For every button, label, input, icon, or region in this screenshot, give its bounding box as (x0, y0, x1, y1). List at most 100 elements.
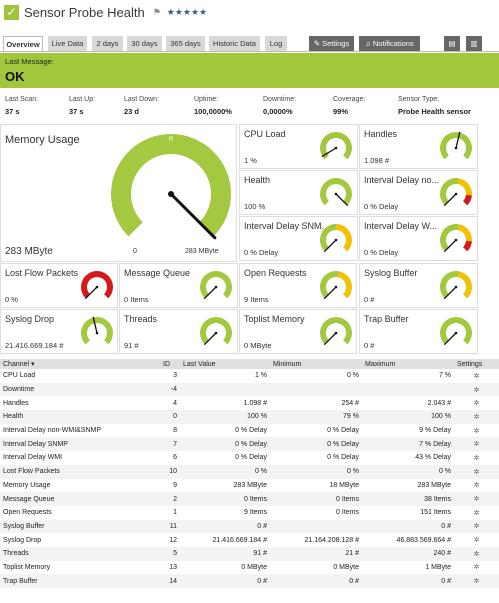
table-row[interactable]: Threads 5 91 #21 #240 # ✲ (0, 546, 499, 561)
col-minimum[interactable]: Minimum (270, 359, 362, 369)
tab-overview[interactable]: Overview (3, 36, 43, 52)
gear-icon[interactable]: ✲ (474, 414, 480, 421)
gear-icon[interactable]: ✲ (474, 510, 480, 517)
gauge-band (457, 224, 472, 242)
gear-icon[interactable]: ✲ (474, 373, 480, 380)
delete-button[interactable]: ▥ (466, 36, 482, 51)
gauge-cpu-load[interactable]: CPU Load 1 % (239, 124, 358, 169)
gauge-value: 1.098 # (364, 156, 390, 165)
gauge-dial (320, 317, 352, 345)
gauge-hub (168, 191, 174, 197)
table-row[interactable]: Memory Usage 9 283 MByte 18 MByte 283 MByte ✲ (0, 478, 499, 493)
table-row[interactable]: Downtime -4 ✲ (0, 382, 499, 397)
table-row[interactable]: Health 0 100 % 79 % 100 % ✲ (0, 410, 499, 424)
tab-2-days[interactable]: 2 days (92, 36, 123, 51)
gauge-value: 0 # (364, 341, 375, 350)
gauge-value: 283 MByte (5, 246, 53, 257)
table-row[interactable]: CPU Load 3 1 % 0 % 7 % ✲ (0, 369, 499, 383)
maximum-value: 7 % (362, 369, 454, 383)
minimum-value: 0 % Delay (270, 423, 362, 438)
col-last-value[interactable]: Last Value (180, 359, 270, 369)
stats-row: Last Scan: 37 s Last Up: 37 s Last Down: 23… (0, 96, 499, 122)
gauge-toplist-memory[interactable]: Toplist Memory 0 MByte (239, 309, 357, 354)
table-row[interactable]: Toplist Memory 13 0 MByte 0 MByte 1 MByte ✲ (0, 560, 499, 575)
gear-icon[interactable]: ✲ (474, 469, 480, 476)
comment-button[interactable]: ▤ (444, 36, 460, 51)
gauge-memory-usage[interactable]: Memory Usage 283 MByte R 0 283 MByte (0, 124, 237, 262)
gear-icon[interactable]: ✲ (474, 564, 480, 571)
tab-notifications[interactable]: ♫ Notifications (359, 36, 420, 51)
stat-value: 99% (333, 107, 349, 116)
gauge-syslog-buffer[interactable]: Syslog Buffer 0 # (359, 263, 478, 308)
tab-settings[interactable]: ✎ Settings (309, 36, 354, 51)
table-row[interactable]: Syslog Buffer 11 0 #0 # ✲ (0, 519, 499, 534)
channel-id: -4 (160, 382, 180, 397)
gauge-hub (454, 238, 458, 242)
channel-name: Handles (0, 396, 160, 411)
col-id[interactable]: ID (160, 359, 180, 369)
gauge-name: Memory Usage (5, 134, 80, 146)
minimum-value: 0 % Delay (270, 437, 362, 452)
gauge-top-mark: R (169, 137, 174, 143)
channel-name: Lost Flow Packets (0, 464, 160, 479)
table-row[interactable]: Message Queue 2 0 Items 0 Items 38 Items ✲ (0, 492, 499, 506)
table-row[interactable]: Syslog Drop 12 21.416.669.184 #21.164.208.… (0, 533, 499, 547)
priority-stars[interactable]: ★★★★★ (167, 7, 207, 18)
gauge-lost-flow-packets[interactable]: Lost Flow Packets 0 % (0, 263, 118, 308)
gear-icon[interactable]: ✲ (474, 551, 480, 558)
tab-log[interactable]: Log (265, 36, 287, 51)
gauge-interval-delay-no[interactable]: Interval Delay no... 0 % Delay (359, 170, 478, 215)
stat-key: Coverage: (333, 96, 366, 103)
table-row[interactable]: Handles 4 1.098 #254 #2.043 # ✲ (0, 396, 499, 411)
channel-id: 8 (160, 423, 180, 438)
flag-icon[interactable]: ⚑ (153, 7, 161, 18)
gear-icon[interactable]: ✲ (474, 428, 480, 435)
gauge-name: Toplist Memory (244, 314, 305, 324)
gear-icon[interactable]: ✲ (474, 387, 480, 394)
settings-cell: ✲ (454, 519, 499, 534)
tab-bar: Overview Live Data 2 days 30 days 365 da… (0, 36, 499, 52)
table-row[interactable]: Open Requests 1 9 Items 0 Items 151 Items ✲ (0, 505, 499, 520)
gauge-health[interactable]: Health 100 % (239, 170, 358, 215)
channel-name: Syslog Buffer (0, 519, 160, 534)
gear-icon[interactable]: ✲ (474, 496, 480, 503)
channel-id: 9 (160, 478, 180, 493)
gear-icon[interactable]: ✲ (474, 578, 480, 585)
gauge-band (200, 271, 232, 299)
gauge-message-queue[interactable]: Message Queue 0 Items (119, 263, 238, 308)
gauge-trap-buffer[interactable]: Trap Buffer 0 # (359, 309, 478, 354)
gauge-open-requests[interactable]: Open Requests 9 Items (239, 263, 357, 308)
gear-icon[interactable]: ✲ (474, 537, 480, 544)
table-row[interactable]: Interval Delay non-WMI&SNMP 8 0 % Delay 0 %… (0, 423, 499, 438)
gear-icon[interactable]: ✲ (474, 455, 480, 462)
gauge-handles[interactable]: Handles 1.098 # (359, 124, 478, 169)
col-maximum[interactable]: Maximum (362, 359, 454, 369)
gauge-threads[interactable]: Threads 91 # (119, 309, 238, 354)
tab-underline (0, 51, 499, 52)
stat-key: Uptime: (194, 96, 219, 103)
table-row[interactable]: Interval Delay WMI 6 0 % Delay 0 % Delay 43 … (0, 451, 499, 465)
maximum-value: 38 Items (362, 492, 454, 506)
tab-365-days[interactable]: 365 days (166, 36, 205, 51)
gear-icon[interactable]: ✲ (474, 441, 480, 448)
tab-historic-data[interactable]: Historic Data (209, 36, 260, 51)
gear-icon[interactable]: ✲ (474, 523, 480, 530)
gauge-value: 0 % (5, 295, 18, 304)
tab-30-days[interactable]: 30 days (127, 36, 162, 51)
gear-icon[interactable]: ✲ (474, 400, 480, 407)
gauge-syslog-drop[interactable]: Syslog Drop 21.416.669.184 # (0, 309, 118, 354)
gear-icon[interactable]: ✲ (474, 482, 480, 489)
last-value: 0 % Delay (180, 437, 270, 452)
col-channel[interactable]: Channel ▾ (0, 359, 160, 369)
table-row[interactable]: Interval Delay SNMP 7 0 % Delay 0 % Delay 7 … (0, 437, 499, 452)
page-title: Sensor Probe Health (24, 4, 145, 20)
table-row[interactable]: Trap Buffer 14 0 #0 #0 # ✲ (0, 574, 499, 588)
minimum-value: 0 MByte (270, 560, 362, 575)
gauge-interval-delay-snm[interactable]: Interval Delay SNM... 0 % Delay (239, 216, 358, 261)
gauge-band (440, 317, 472, 345)
tab-live-data[interactable]: Live Data (48, 36, 87, 51)
gauge-interval-delay-w[interactable]: Interval Delay W... 0 % Delay (359, 216, 478, 261)
table-row[interactable]: Lost Flow Packets 10 0 % 0 % 0 % ✲ (0, 464, 499, 479)
maximum-value: 151 Items (362, 505, 454, 520)
channel-id: 10 (160, 464, 180, 479)
